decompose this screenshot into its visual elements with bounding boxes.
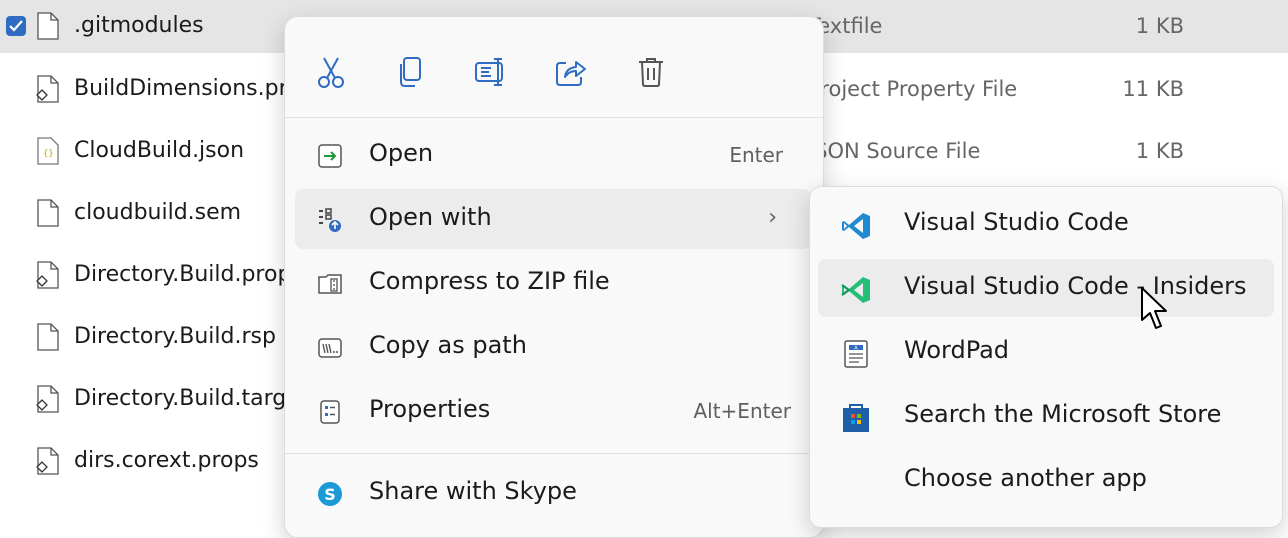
file-name: cloudbuild.sem <box>74 200 242 225</box>
submenu-item-label: WordPad <box>904 336 1010 364</box>
file-name: .gitmodules <box>74 13 204 38</box>
menu-item-open-with[interactable]: Open with › <box>295 189 811 249</box>
menu-divider <box>285 453 823 454</box>
menu-item-compress-zip[interactable]: Compress to ZIP file <box>295 253 811 313</box>
delete-icon <box>639 58 663 87</box>
file-type: Project Property File <box>808 77 1018 101</box>
vscode-icon <box>842 213 870 239</box>
project-file-icon <box>36 261 59 289</box>
menu-item-label: Open <box>369 139 434 167</box>
file-name: Directory.Build.rsp <box>74 324 276 349</box>
project-file-icon <box>36 75 59 103</box>
menu-item-properties[interactable]: Properties Alt+Enter <box>295 381 811 441</box>
chevron-right-icon: › <box>768 205 777 230</box>
vscode-insiders-icon <box>841 277 870 303</box>
properties-icon <box>320 400 340 424</box>
file-name: dirs.corext.props <box>74 448 259 473</box>
submenu-item-vscode-insiders[interactable]: Visual Studio Code - Insiders <box>818 259 1274 317</box>
cut-button[interactable] <box>307 51 355 93</box>
svg-text:S: S <box>324 485 336 504</box>
zip-icon <box>318 274 342 294</box>
row-checkbox[interactable] <box>6 16 26 36</box>
share-icon <box>556 61 586 86</box>
file-size: 1 KB <box>1135 139 1184 163</box>
file-name: Directory.Build.targ <box>74 386 287 411</box>
file-size: 1 KB <box>1135 14 1184 38</box>
json-file-icon: {} <box>37 137 59 165</box>
svg-text:{}: {} <box>43 149 54 159</box>
menu-item-open[interactable]: Open Enter <box>295 125 811 185</box>
submenu-item-label: Visual Studio Code <box>904 208 1129 236</box>
menu-shortcut: Alt+Enter <box>693 399 791 423</box>
cut-icon <box>318 57 344 88</box>
submenu-item-choose-another-app[interactable]: Choose another app <box>818 451 1274 509</box>
submenu-item-label: Search the Microsoft Store <box>904 400 1222 428</box>
submenu-item-wordpad[interactable]: A WordPad <box>818 323 1274 381</box>
checkmark-icon <box>9 20 23 32</box>
menu-item-label: Share with Skype <box>369 477 577 505</box>
menu-item-share-skype[interactable]: S Share with Skype <box>295 463 811 523</box>
menu-item-label: Properties <box>369 395 491 423</box>
microsoft-store-icon <box>843 404 869 432</box>
context-menu: Open Enter Open with › Compress to ZIP f… <box>284 16 824 538</box>
menu-shortcut: Enter <box>729 143 783 167</box>
open-icon <box>318 144 342 168</box>
submenu-item-label: Visual Studio Code - Insiders <box>904 272 1247 300</box>
copy-path-icon <box>318 338 342 358</box>
open-with-icon <box>319 208 341 232</box>
wordpad-icon: A <box>844 340 868 368</box>
menu-item-label: Open with <box>369 203 492 231</box>
delete-button[interactable] <box>627 51 675 93</box>
file-type: JSON Source File <box>808 139 981 163</box>
file-name: BuildDimensions.pr <box>74 76 288 101</box>
file-name: CloudBuild.json <box>74 138 245 163</box>
share-button[interactable] <box>547 51 595 93</box>
svg-text:A: A <box>854 346 858 352</box>
menu-item-label: Compress to ZIP file <box>369 267 610 295</box>
submenu-item-label: Choose another app <box>904 464 1147 492</box>
menu-item-label: Copy as path <box>369 331 527 359</box>
skype-icon: S <box>318 482 342 506</box>
mouse-cursor-icon <box>1141 287 1167 329</box>
copy-icon <box>400 57 421 87</box>
rename-icon <box>475 58 503 86</box>
plain-file-icon <box>37 199 59 227</box>
plain-file-icon <box>37 323 59 351</box>
menu-item-copy-as-path[interactable]: Copy as path <box>295 317 811 377</box>
submenu-item-vscode[interactable]: Visual Studio Code <box>818 195 1274 253</box>
menu-divider <box>285 117 823 118</box>
file-size: 11 KB <box>1122 77 1184 101</box>
rename-button[interactable] <box>467 51 515 93</box>
plain-file-icon <box>37 12 59 40</box>
file-name: Directory.Build.prop <box>74 262 292 287</box>
project-file-icon <box>36 385 59 413</box>
project-file-icon <box>36 447 59 475</box>
copy-button[interactable] <box>387 51 435 93</box>
open-with-submenu: Visual Studio Code Visual Studio Code - … <box>809 186 1283 528</box>
submenu-item-microsoft-store[interactable]: Search the Microsoft Store <box>818 387 1274 445</box>
